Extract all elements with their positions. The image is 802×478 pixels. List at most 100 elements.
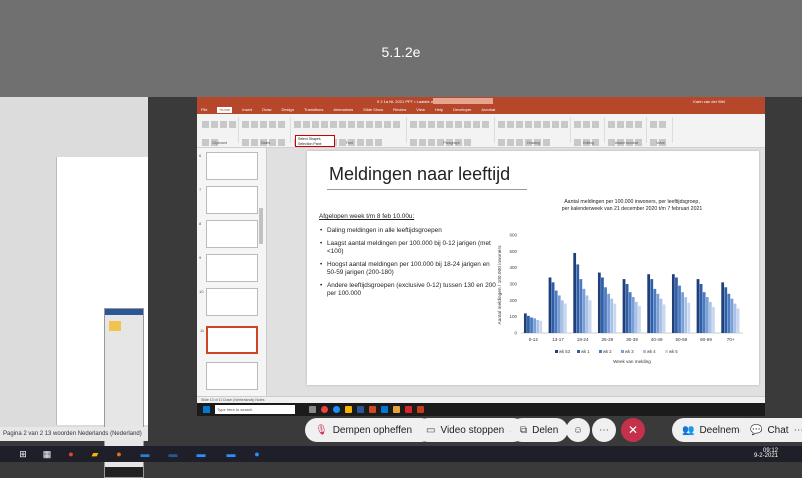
ribbon-button[interactable] <box>229 121 236 128</box>
ribbon-button[interactable] <box>393 121 400 128</box>
app-icon[interactable] <box>309 406 316 413</box>
task-view-icon[interactable]: ▦ <box>42 449 52 459</box>
slide-thumbnail[interactable]: 10 <box>199 288 258 316</box>
ribbon-button[interactable] <box>464 121 471 128</box>
ppt-tab-design[interactable]: Design <box>281 107 293 113</box>
more-options-button[interactable]: ⋯ <box>592 418 616 442</box>
ribbon-button[interactable] <box>455 121 462 128</box>
chat-button[interactable]: 💬 Chat ⋯ <box>740 418 802 442</box>
app-icon[interactable] <box>345 406 352 413</box>
ppt-tab-acrobat[interactable]: Acrobat <box>481 107 495 113</box>
ribbon-button[interactable] <box>543 121 550 128</box>
ribbon-button[interactable] <box>516 121 523 128</box>
slide-thumbnail[interactable]: 9 <box>199 254 258 282</box>
leave-meeting-button[interactable]: ✕ <box>621 418 645 442</box>
ribbon-button[interactable] <box>650 121 657 128</box>
ppt-tab-developer[interactable]: Developer <box>453 107 471 113</box>
ribbon-button[interactable] <box>659 121 666 128</box>
edge-icon[interactable] <box>333 406 340 413</box>
thumbnail-scrollbar[interactable] <box>259 208 263 244</box>
ppt-tab-animations[interactable]: Animations <box>333 107 353 113</box>
ppt-tab-view[interactable]: View <box>416 107 425 113</box>
ppt-tab-file[interactable]: File <box>201 107 207 113</box>
ribbon-button[interactable] <box>269 121 276 128</box>
slide-thumbnail[interactable]: 6 <box>199 152 258 180</box>
ribbon-button[interactable] <box>583 121 590 128</box>
file-explorer-icon[interactable]: ▰ <box>90 449 100 459</box>
slide-thumbnail[interactable]: 7 <box>199 186 258 214</box>
windows-start-icon[interactable] <box>203 406 210 413</box>
slide-thumbnail[interactable]: 8 <box>199 220 258 248</box>
ppt-tab-review[interactable]: Review <box>393 107 406 113</box>
zoom-icon[interactable]: ▬ <box>226 449 236 459</box>
ribbon-button[interactable] <box>211 121 218 128</box>
ribbon-button[interactable] <box>428 121 435 128</box>
ribbon-button[interactable] <box>498 121 505 128</box>
chrome-icon[interactable]: ● <box>66 449 76 459</box>
ppt-tab-home[interactable]: Home <box>217 107 233 113</box>
chrome-icon[interactable] <box>321 406 328 413</box>
select-dropdown-menu[interactable]: Select Shapes Selection Pane <box>295 135 335 147</box>
ribbon-button[interactable] <box>592 121 599 128</box>
ribbon-button[interactable] <box>303 121 310 128</box>
ribbon-button[interactable] <box>348 121 355 128</box>
ribbon-button[interactable] <box>312 121 319 128</box>
ribbon-button[interactable] <box>242 121 249 128</box>
menu-item-selection-pane[interactable]: Selection Pane <box>298 142 332 147</box>
ribbon-button[interactable] <box>220 121 227 128</box>
ppt-tab-transitions[interactable]: Transitions <box>304 107 323 113</box>
ribbon-button[interactable] <box>473 121 480 128</box>
ribbon-button[interactable] <box>251 121 258 128</box>
ppt-tab-insert[interactable]: Insert <box>242 107 252 113</box>
ribbon-button[interactable] <box>626 121 633 128</box>
acrobat-icon[interactable] <box>405 406 412 413</box>
ribbon-button[interactable] <box>375 121 382 128</box>
ppt-tab-draw[interactable]: Draw <box>262 107 271 113</box>
ribbon-button[interactable] <box>552 121 559 128</box>
ribbon-button[interactable] <box>437 121 444 128</box>
app-icon[interactable] <box>381 406 388 413</box>
ribbon-button[interactable] <box>366 121 373 128</box>
slide-thumbnail[interactable]: 11 <box>200 326 258 354</box>
ribbon-button[interactable] <box>561 121 568 128</box>
ppt-tab-slide-show[interactable]: Slide Show <box>363 107 383 113</box>
ppt-search-box[interactable] <box>433 98 493 104</box>
ribbon-button[interactable] <box>482 121 489 128</box>
word-icon[interactable]: ▬ <box>140 449 150 459</box>
ribbon-button[interactable] <box>525 121 532 128</box>
ribbon-button[interactable] <box>202 121 209 128</box>
ribbon-button[interactable] <box>608 121 615 128</box>
ribbon-button[interactable] <box>260 121 267 128</box>
ribbon-button[interactable] <box>419 121 426 128</box>
outlook-icon[interactable]: ▬ <box>168 449 178 459</box>
app-icon[interactable] <box>417 406 424 413</box>
ribbon-button[interactable] <box>574 121 581 128</box>
ribbon-button[interactable] <box>330 121 337 128</box>
ribbon-button[interactable] <box>384 121 391 128</box>
share-button[interactable]: ⧉ Delen <box>510 418 569 442</box>
ribbon-button[interactable] <box>339 121 346 128</box>
ppt-tab-help[interactable]: Help <box>435 107 443 113</box>
ribbon-button[interactable] <box>446 121 453 128</box>
stop-video-button[interactable]: ▭ Video stoppen ˄ <box>416 418 526 442</box>
app-icon[interactable]: ▬ <box>196 449 206 459</box>
emoji-button[interactable]: ☺ <box>566 418 590 442</box>
ribbon-button[interactable] <box>617 121 624 128</box>
teams-icon[interactable]: ● <box>252 449 262 459</box>
ribbon-button[interactable] <box>321 121 328 128</box>
slide-thumbnail[interactable] <box>206 362 258 390</box>
system-tray-clock[interactable]: 09:12 9-2-2021 <box>754 448 778 459</box>
ribbon-button[interactable] <box>278 121 285 128</box>
ribbon-button[interactable] <box>294 121 301 128</box>
ribbon-button[interactable] <box>534 121 541 128</box>
ribbon-button[interactable] <box>507 121 514 128</box>
firefox-icon[interactable]: ● <box>114 449 124 459</box>
ribbon-button[interactable] <box>357 121 364 128</box>
app-icon[interactable] <box>393 406 400 413</box>
ribbon-button[interactable] <box>410 121 417 128</box>
unmute-button[interactable]: 🎙 Dempen opheffen ˄ <box>305 418 433 442</box>
app-icon[interactable] <box>357 406 364 413</box>
remote-taskbar-search[interactable]: Type here to search <box>215 405 295 414</box>
windows-start-icon[interactable]: ⊞ <box>18 449 28 459</box>
powerpoint-icon[interactable] <box>369 406 376 413</box>
